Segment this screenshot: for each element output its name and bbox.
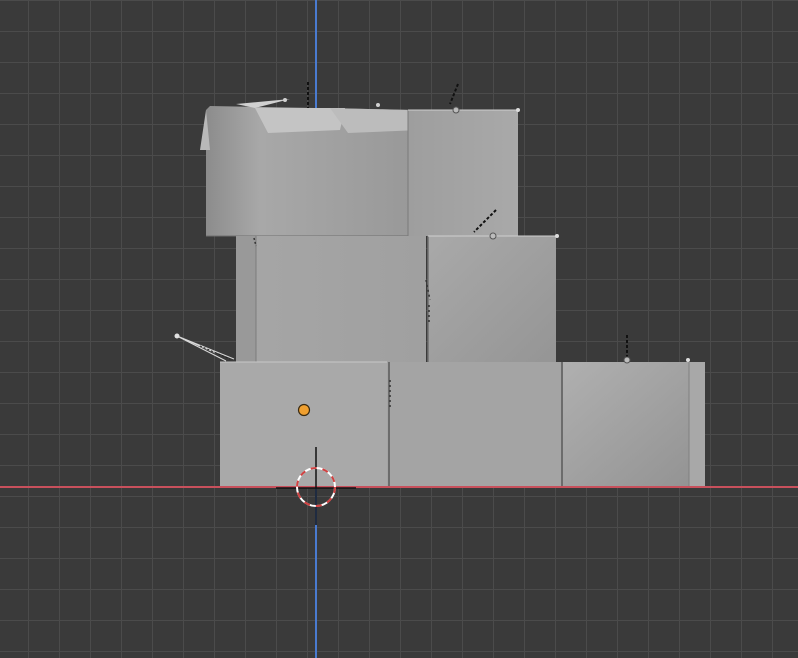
3d-viewport[interactable] xyxy=(0,0,798,658)
box-top-right[interactable] xyxy=(407,109,518,236)
box-middle-right[interactable] xyxy=(427,235,556,362)
box-middle-left[interactable] xyxy=(236,236,426,362)
box-top-left[interactable] xyxy=(200,106,420,237)
box-bottom-middle[interactable] xyxy=(387,362,561,486)
box-bottom-right[interactable] xyxy=(561,362,705,486)
object-origin-icon[interactable] xyxy=(297,403,311,417)
box-bottom-left[interactable] xyxy=(220,361,387,486)
light-1[interactable] xyxy=(236,82,380,108)
light-2[interactable] xyxy=(449,83,520,114)
camera-icon[interactable] xyxy=(174,333,235,362)
light-4[interactable] xyxy=(623,335,690,364)
scene-canvas[interactable] xyxy=(0,0,798,658)
